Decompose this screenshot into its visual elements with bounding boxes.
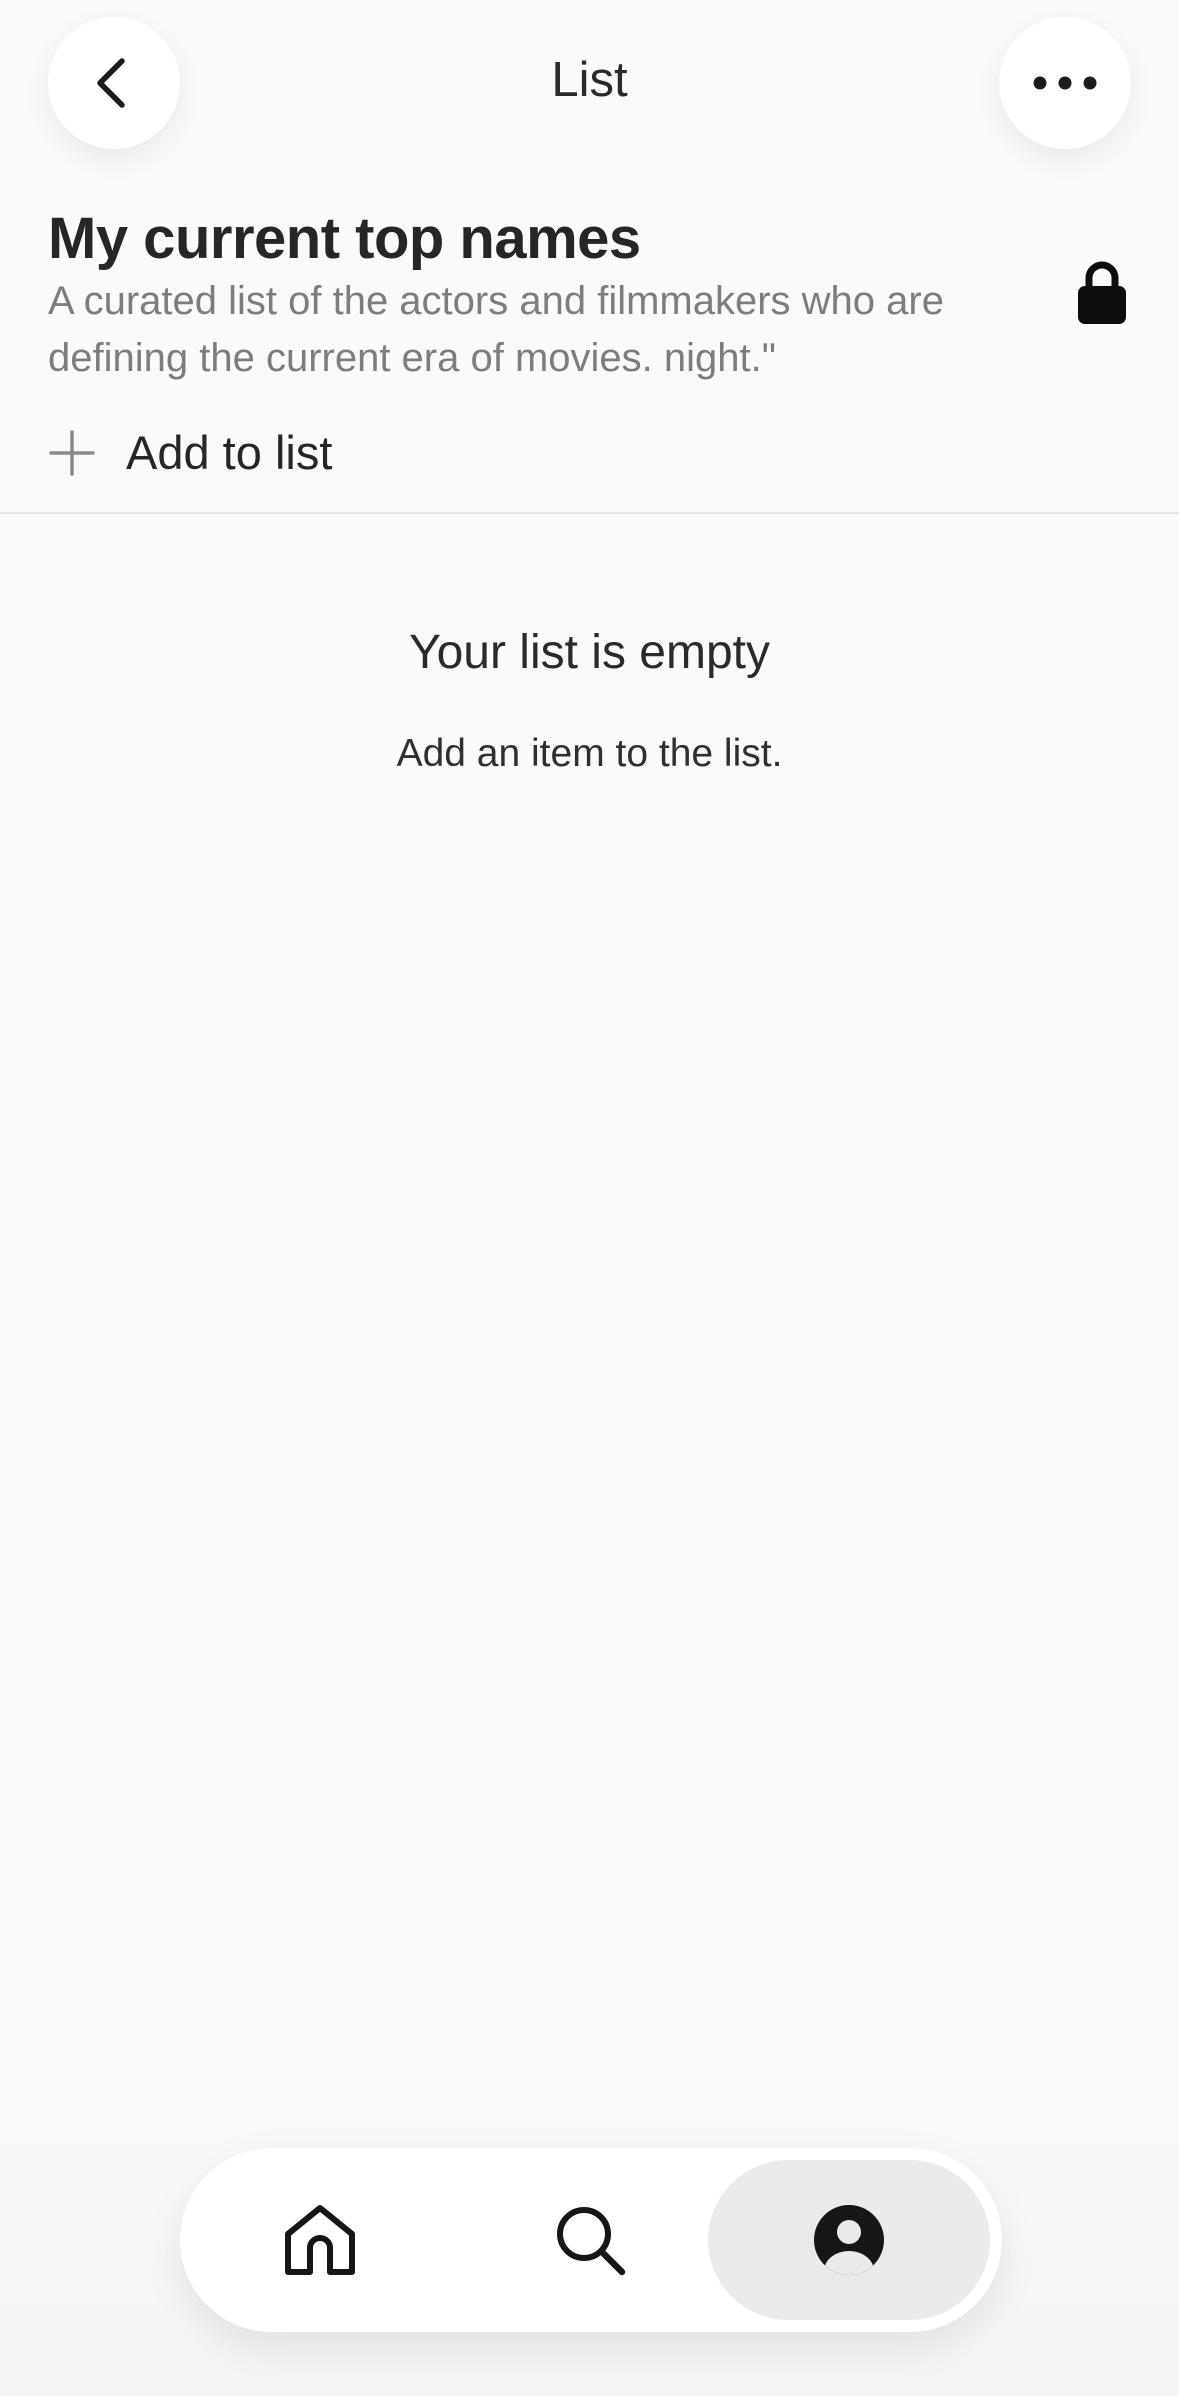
- empty-state-title: Your list is empty: [408, 626, 771, 679]
- search-icon: [557, 2207, 626, 2276]
- home-icon: [285, 2205, 355, 2275]
- top-bar: List: [0, 0, 1179, 170]
- bottom-nav: [180, 2148, 1002, 2332]
- nav-home[interactable]: [180, 2160, 460, 2320]
- divider: [0, 512, 1179, 514]
- nav-profile[interactable]: [708, 2160, 990, 2320]
- empty-state-subtitle: Add an item to the list.: [396, 732, 783, 775]
- nav-search[interactable]: [450, 2160, 730, 2320]
- list-screen: List My current top names A curated list…: [0, 0, 1179, 2396]
- lock-icon: [1078, 261, 1126, 324]
- ellipsis-icon: [1033, 76, 1097, 90]
- plus-icon: [49, 429, 95, 476]
- more-options-button[interactable]: [999, 17, 1131, 149]
- add-to-list-label: Add to list: [126, 426, 333, 479]
- list-description: A curated list of the actors and filmmak…: [48, 279, 944, 380]
- list-title: My current top names: [48, 206, 641, 271]
- profile-icon: [814, 2205, 884, 2275]
- add-to-list-button[interactable]: Add to list: [48, 425, 332, 480]
